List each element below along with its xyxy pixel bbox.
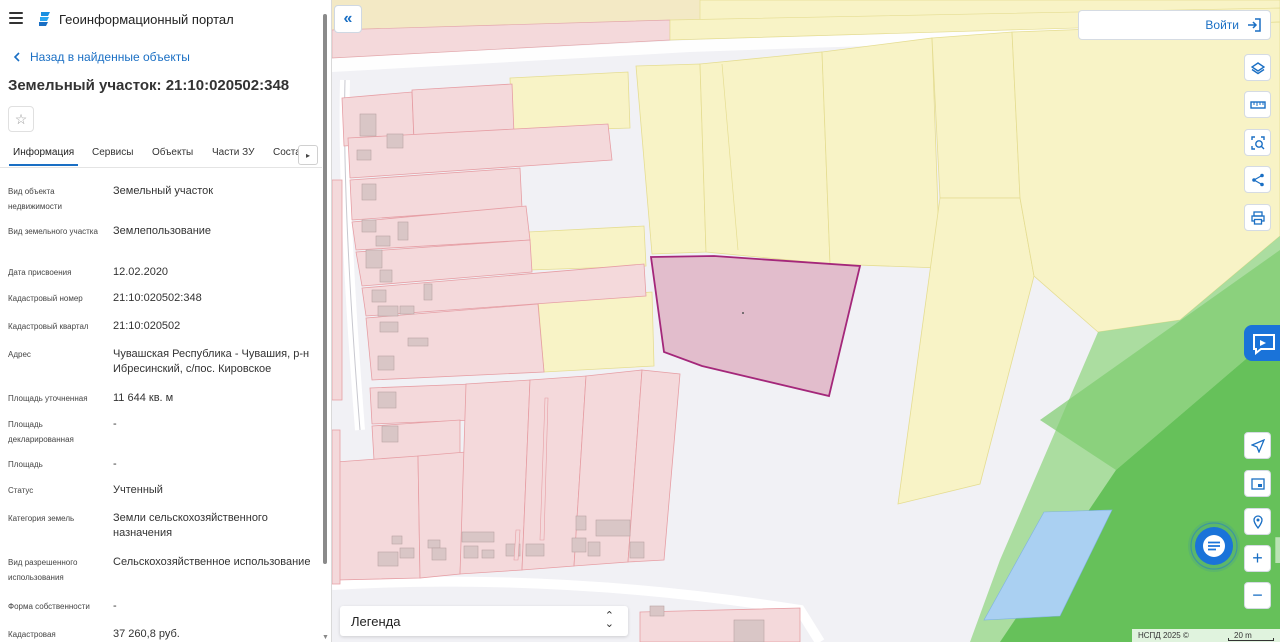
select-area-icon <box>1250 135 1265 150</box>
feedback-icon <box>1253 334 1275 355</box>
layers-icon <box>1250 61 1265 74</box>
object-title: Земельный участок: 21:10:020502:348 <box>8 77 290 94</box>
locate-icon <box>1250 438 1265 453</box>
zoom-out-icon: − <box>1252 585 1263 605</box>
map-view[interactable]: циан D325512019 <box>332 0 1280 642</box>
legend-dropdown[interactable]: Легенда ⌃ ⌄ <box>340 606 628 636</box>
info-label: Статус <box>8 486 34 495</box>
chevron-left-icon <box>13 52 20 62</box>
share-button[interactable] <box>1244 166 1271 193</box>
cadastral-map[interactable] <box>332 0 1280 642</box>
info-value: Чувашская Республика - Чувашия, р-н Ибре… <box>113 348 310 375</box>
info-value: 12.02.2020 <box>113 266 169 278</box>
chat-icon <box>1188 520 1240 572</box>
info-label: Форма собственности <box>8 602 90 611</box>
info-label: Кадастровая <box>8 630 56 639</box>
layers-button[interactable] <box>1244 54 1271 81</box>
portal-title: Геоинформационный портал <box>59 12 234 27</box>
info-value: Земельный участок <box>113 185 214 197</box>
panel-scrollbar[interactable]: ▼ <box>322 8 329 641</box>
info-value: 37 260,8 руб. <box>113 628 180 640</box>
info-label: Кадастровый квартал <box>8 322 89 331</box>
chat-button[interactable] <box>1186 520 1242 577</box>
info-label: Вид объекта недвижимости <box>8 187 62 211</box>
info-value: - <box>113 458 117 470</box>
double-chevron-left-icon: « <box>343 10 353 27</box>
tab-information[interactable]: Информация <box>8 147 79 166</box>
collapse-panel-button[interactable]: « <box>334 5 362 33</box>
minimap-icon <box>1250 477 1265 490</box>
panel-header: Геоинформационный портал <box>0 0 331 38</box>
watermark-text: циан <box>1272 521 1280 574</box>
info-value: - <box>113 418 117 430</box>
zoom-in-icon: + <box>1252 548 1263 568</box>
menu-icon[interactable] <box>9 12 23 24</box>
locate-button[interactable] <box>1244 432 1271 459</box>
tab-bar: Информация Сервисы Объекты Части ЗУ Сост… <box>0 142 322 168</box>
login-label: Войти <box>1205 18 1239 32</box>
login-box[interactable]: Войти <box>1078 10 1271 40</box>
info-label: Кадастровый номер <box>8 294 83 303</box>
share-icon <box>1251 173 1264 186</box>
ruler-icon <box>1249 100 1266 109</box>
tabs-scroll-right-button[interactable]: ▸ <box>298 145 318 165</box>
info-label: Площадь <box>8 460 43 469</box>
print-button[interactable] <box>1244 204 1271 231</box>
info-value: Земли сельскохозяйственного назначения <box>113 512 268 539</box>
location-pin-icon <box>1252 514 1263 529</box>
select-area-button[interactable] <box>1244 129 1271 156</box>
info-label: Вид земельного участка <box>8 227 98 236</box>
scale-bar <box>1228 638 1274 641</box>
portal-logo-icon <box>39 12 50 26</box>
login-icon <box>1248 18 1261 32</box>
info-value: 21:10:020502:348 <box>113 292 202 304</box>
location-pin-button[interactable] <box>1244 508 1271 535</box>
watermark-logo: циан <box>1272 520 1280 575</box>
copyright-text: НСПД 2025 © <box>1138 631 1189 640</box>
tab-objects[interactable]: Объекты <box>152 147 193 158</box>
info-value: 21:10:020502 <box>113 320 181 332</box>
info-label: Категория земель <box>8 514 75 523</box>
chevron-updown-icon: ⌃ ⌄ <box>604 610 614 630</box>
map-attribution: НСПД 2025 © 20 m <box>1132 629 1280 642</box>
info-label: Площадь декларированная <box>8 420 74 444</box>
feedback-tab-button[interactable] <box>1244 325 1280 361</box>
login-button[interactable]: Войти <box>1205 18 1262 32</box>
tab-parts[interactable]: Части ЗУ <box>212 147 254 158</box>
legend-label: Легенда <box>351 614 401 629</box>
measure-button[interactable] <box>1244 91 1271 118</box>
back-link-label: Назад в найденные объекты <box>30 50 190 64</box>
star-icon[interactable]: ☆ <box>8 106 34 132</box>
info-label: Дата присвоения <box>8 268 72 277</box>
print-icon <box>1250 210 1265 225</box>
scrollbar-thumb[interactable] <box>323 14 327 564</box>
info-label: Вид разрешенного использования <box>8 558 78 582</box>
tab-services[interactable]: Сервисы <box>92 147 133 158</box>
info-value: Землепользование <box>113 225 212 237</box>
info-label: Площадь уточненная <box>8 394 88 403</box>
back-to-results-link[interactable]: Назад в найденные объекты <box>10 50 190 64</box>
info-label: Адрес <box>8 350 31 359</box>
scroll-down-arrow-icon[interactable]: ▼ <box>322 634 329 641</box>
info-value: - <box>113 600 117 612</box>
info-panel: Геоинформационный портал Назад в найденн… <box>0 0 332 642</box>
info-value: Учтенный <box>113 484 163 496</box>
zoom-out-button[interactable]: − <box>1244 582 1271 609</box>
zoom-in-button[interactable]: + <box>1244 545 1271 572</box>
tab-composition[interactable]: Соста <box>273 147 301 158</box>
info-value: 11 644 кв. м <box>113 392 174 404</box>
minimap-button[interactable] <box>1244 470 1271 497</box>
info-value: Сельскохозяйственное использование <box>113 556 311 568</box>
